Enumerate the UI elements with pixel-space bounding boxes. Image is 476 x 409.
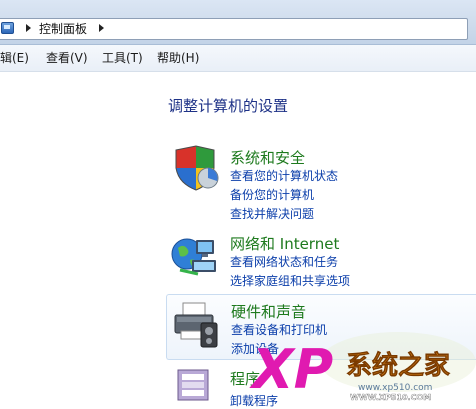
link-troubleshoot[interactable]: 查找并解决问题 bbox=[230, 205, 314, 222]
network-globe-icon bbox=[171, 238, 216, 276]
watermark-brand: 系统之家 bbox=[346, 350, 450, 381]
watermark-url-caps: WWW.XP510.COM bbox=[350, 393, 431, 402]
printer-icon bbox=[174, 302, 218, 348]
menu-bar: 编辑(E) 查看(V) 工具(T) 帮助(H) bbox=[0, 45, 476, 72]
watermark-logo: XP 系统之家 www.xp510.com WWW.XP510.COM bbox=[249, 332, 476, 402]
watermark-xp-letters: XP bbox=[249, 338, 333, 401]
page-title: 调整计算机的设置 bbox=[168, 97, 289, 115]
link-view-network-status[interactable]: 查看网络状态和任务 bbox=[230, 253, 338, 270]
watermark: XP 系统之家 www.xp510.com WWW.XP510.COM bbox=[248, 326, 476, 402]
menu-tools[interactable]: 工具(T) bbox=[102, 51, 143, 65]
link-homegroup-sharing[interactable]: 选择家庭组和共享选项 bbox=[230, 272, 350, 289]
menu-edit[interactable]: 编辑(E) bbox=[0, 51, 29, 65]
category-network-internet: 网络和 Internet 查看网络状态和任务 选择家庭组和共享选项 bbox=[166, 228, 476, 292]
chevron-right-icon[interactable] bbox=[99, 24, 104, 32]
menu-view[interactable]: 查看(V) bbox=[46, 51, 88, 65]
category-title[interactable]: 系统和安全 bbox=[230, 147, 305, 168]
menu-help[interactable]: 帮助(H) bbox=[157, 51, 199, 65]
shield-icon bbox=[175, 145, 219, 191]
address-box[interactable]: 控制面板 bbox=[0, 18, 468, 40]
watermark-url: www.xp510.com bbox=[358, 383, 432, 393]
breadcrumb-control-panel[interactable]: 控制面板 bbox=[39, 21, 87, 37]
category-title[interactable]: 硬件和声音 bbox=[231, 301, 306, 322]
chevron-right-icon[interactable] bbox=[26, 24, 31, 32]
category-system-security: 系统和安全 查看您的计算机状态 备份您的计算机 查找并解决问题 bbox=[166, 140, 476, 224]
category-title[interactable]: 网络和 Internet bbox=[230, 233, 339, 254]
programs-icon bbox=[177, 369, 209, 401]
address-bar: 控制面板 bbox=[0, 0, 476, 45]
control-panel-icon bbox=[1, 22, 14, 34]
link-view-computer-status[interactable]: 查看您的计算机状态 bbox=[230, 167, 338, 184]
link-backup-computer[interactable]: 备份您的计算机 bbox=[230, 186, 314, 203]
